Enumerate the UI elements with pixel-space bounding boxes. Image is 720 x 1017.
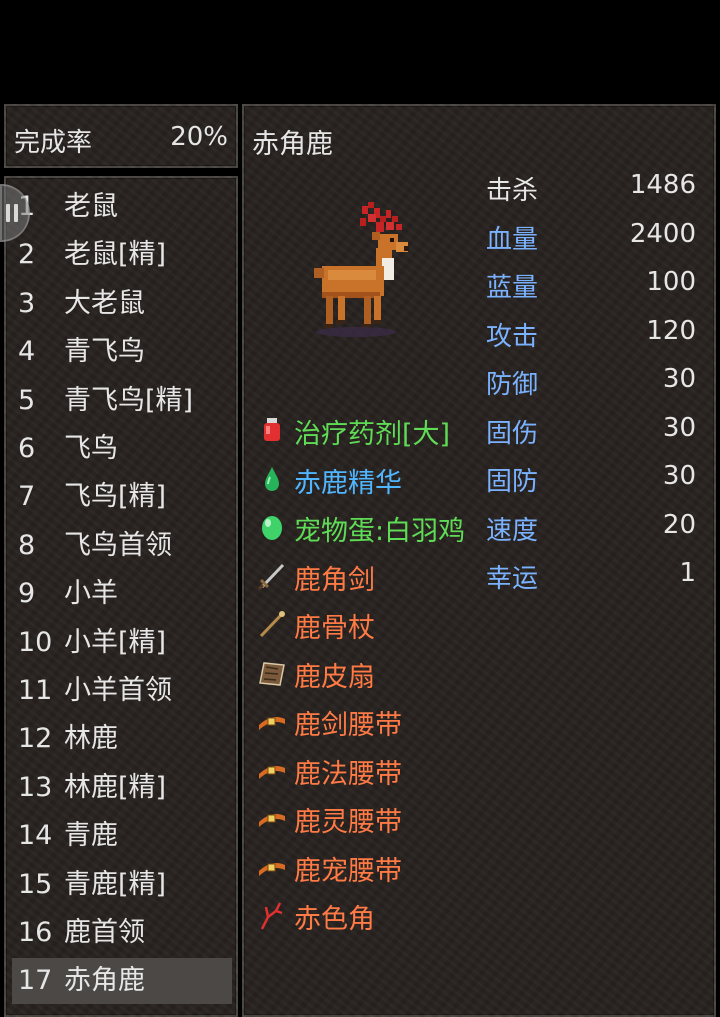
monster-number: 8	[18, 529, 36, 561]
red-antler-icon	[256, 899, 288, 931]
drop-item-name: 赤色角	[294, 904, 375, 935]
drop-item-name: 鹿法腰带	[294, 758, 402, 790]
drop-item-name: 宠物蛋:白羽鸡	[294, 516, 466, 547]
monster-list-item[interactable]: 5 青飞鸟[精]	[12, 378, 232, 424]
stat-label: 幸运	[486, 564, 539, 594]
monster-number: 3	[18, 287, 36, 319]
drop-item-name: 鹿皮扇	[294, 661, 375, 693]
monster-number: 4	[18, 336, 36, 368]
belt-icon	[256, 851, 288, 883]
monster-title: 赤角鹿	[252, 129, 333, 160]
monster-list-item[interactable]: 6 飞鸟	[12, 426, 232, 472]
drop-item-name: 鹿骨杖	[294, 613, 375, 644]
staff-icon	[256, 608, 288, 640]
red-antler-deer-sprite	[314, 202, 409, 337]
stat-label: 固伤	[486, 418, 539, 449]
monster-number: 14	[18, 820, 53, 852]
monster-name: 青鹿	[64, 820, 118, 852]
monster-number: 16	[18, 917, 53, 948]
monster-list-item[interactable]: 8 飞鸟首领	[12, 523, 232, 569]
monster-name: 小羊首领	[64, 675, 172, 706]
monster-name: 青飞鸟	[64, 336, 145, 368]
monster-list-item[interactable]: 12 林鹿	[12, 716, 232, 762]
stat-label: 速度	[486, 515, 539, 546]
monster-detail-panel: 赤角鹿 击杀 1486 血量 2400 蓝量 100 攻击 120 防御 30 …	[242, 104, 716, 1017]
monster-list-item[interactable]: 4 青飞鸟	[12, 329, 232, 375]
monster-name: 赤角鹿	[64, 965, 145, 997]
monster-name: 老鼠[精]	[64, 239, 167, 271]
monster-number: 7	[18, 481, 36, 513]
belt-icon	[256, 802, 288, 834]
monster-number: 15	[18, 868, 53, 900]
monster-number: 13	[18, 771, 53, 803]
pet-egg-icon	[256, 511, 288, 543]
stat-label: 攻击	[486, 321, 539, 352]
stat-label: 血量	[486, 224, 539, 255]
monster-name: 飞鸟	[64, 433, 118, 464]
stat-label: 防御	[486, 370, 539, 400]
drop-item-name: 鹿剑腰带	[294, 710, 402, 741]
stat-value: 2400	[629, 218, 696, 249]
stat-value: 1486	[629, 170, 696, 200]
monster-list-item[interactable]: 2 老鼠[精]	[12, 232, 232, 278]
monster-name: 老鼠	[64, 191, 118, 222]
monster-list-item[interactable]: 17 赤角鹿	[12, 958, 232, 1005]
monster-name: 林鹿	[64, 723, 118, 755]
drop-item-name: 治疗药剂[大]	[294, 419, 451, 450]
monster-name: 小羊[精]	[64, 626, 167, 658]
stat-value: 1	[679, 558, 696, 588]
monster-number: 2	[18, 239, 36, 271]
monster-name: 大老鼠	[64, 287, 145, 319]
drop-item-name: 赤鹿精华	[294, 467, 402, 499]
monster-number: 6	[18, 433, 36, 464]
pause-icon-bar	[14, 204, 18, 222]
sword-icon	[256, 560, 288, 592]
stat-label: 击杀	[486, 176, 539, 206]
monster-name: 林鹿[精]	[64, 771, 167, 803]
monster-list-item[interactable]: 15 青鹿[精]	[12, 862, 232, 908]
completion-label: 完成率	[14, 128, 93, 158]
monster-list-item[interactable]: 9 小羊	[12, 571, 232, 617]
monster-name: 飞鸟[精]	[64, 481, 167, 513]
monster-list-item[interactable]: 3 大老鼠	[12, 281, 232, 327]
monster-name: 青飞鸟[精]	[64, 384, 194, 416]
drop-item-name: 鹿宠腰带	[294, 855, 402, 887]
essence-drop-icon	[256, 463, 288, 495]
monster-list-item[interactable]: 13 林鹿[精]	[12, 765, 232, 811]
belt-icon	[256, 754, 288, 786]
monster-name: 青鹿[精]	[64, 868, 167, 900]
monster-number: 9	[18, 578, 36, 610]
monster-list-panel[interactable]: 1老鼠2老鼠[精]3大老鼠4青飞鸟5青飞鸟[精]6飞鸟7飞鸟[精]8飞鸟首领9小…	[4, 176, 238, 1017]
monster-name: 小羊	[64, 578, 118, 610]
stat-label: 固防	[486, 467, 539, 497]
monster-name: 鹿首领	[64, 917, 145, 948]
stat-value: 30	[662, 461, 696, 491]
completion-panel: 完成率 20%	[4, 104, 238, 168]
pause-icon	[6, 204, 10, 222]
monster-number: 11	[18, 675, 53, 706]
stat-value: 30	[662, 364, 696, 394]
monster-number: 5	[18, 384, 36, 416]
belt-icon	[256, 705, 288, 737]
stat-value: 100	[646, 267, 696, 297]
monster-name: 飞鸟首领	[64, 529, 172, 561]
fan-icon	[256, 657, 288, 689]
drop-item-name: 鹿角剑	[294, 564, 375, 596]
monster-list-item[interactable]: 7 飞鸟[精]	[12, 474, 232, 520]
monster-number: 10	[18, 626, 53, 658]
stat-label: 蓝量	[486, 273, 539, 303]
completion-value: 20%	[170, 122, 228, 152]
monster-list-item[interactable]: 10 小羊[精]	[12, 620, 232, 666]
stat-value: 120	[646, 315, 696, 346]
monster-number: 17	[18, 965, 53, 997]
monster-number: 12	[18, 723, 53, 755]
monster-list-item[interactable]: 14 青鹿	[12, 813, 232, 859]
drop-item-name: 鹿灵腰带	[294, 807, 402, 838]
monster-list-item[interactable]: 1老鼠	[12, 184, 232, 230]
monster-list-item[interactable]: 11 小羊首领	[12, 668, 232, 714]
stat-value: 20	[662, 509, 696, 540]
stat-value: 30	[662, 412, 696, 443]
potion-icon	[256, 414, 288, 446]
monster-list-item[interactable]: 16 鹿首领	[12, 910, 232, 956]
